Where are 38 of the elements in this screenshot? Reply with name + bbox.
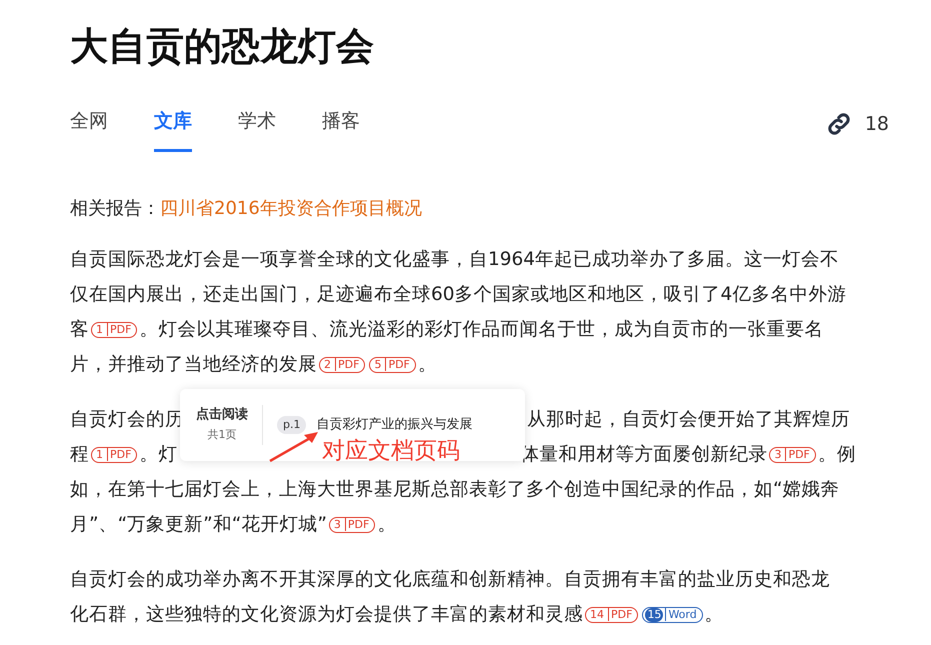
tab[interactable]: 播客 [322, 100, 360, 152]
paragraph-text: 如，在第十七届灯会上，上海大世界基尼斯总部表彰了多个创造中国纪录的作品，如“嫦娥奔 [70, 479, 840, 500]
citation-badge[interactable]: 5 PDF [369, 357, 416, 373]
page-tag: p.1 [277, 416, 306, 434]
paragraph-text: 程 [70, 444, 89, 465]
annotation-text: 对应文档页码 [322, 437, 460, 465]
paragraph-text: 化石群，这些独特的文化资源为灯会提供了丰富的素材和灵感 [70, 604, 583, 625]
tab[interactable]: 文库 [154, 100, 192, 152]
page-title: 大自贡的恐龙灯会 [70, 23, 374, 70]
citation-badge[interactable]: 14 PDF [585, 607, 638, 623]
tab[interactable]: 学术 [238, 100, 276, 152]
paragraph-text: 客 [70, 319, 89, 340]
citation-badge[interactable]: 1 PDF [91, 322, 138, 338]
paragraph-text: 。例 [818, 444, 856, 465]
read-action[interactable]: 点击阅读 [196, 405, 248, 425]
citation-badge[interactable]: 3 PDF [769, 447, 816, 463]
citation-badge[interactable]: 15 Word [642, 607, 703, 623]
link-count: 18 [864, 113, 889, 135]
paragraph-text: 。灯 [139, 444, 178, 465]
paragraph-text: 自贡国际恐龙灯会是一项享誉全球的文化盛事，自1964年起已成功举办了多届。这一灯会不 [70, 249, 840, 270]
citation-badge[interactable]: 1 PDF [91, 447, 138, 463]
paragraph-text: 月”、“万象更新”和“花开灯城” [70, 514, 327, 535]
paragraph-text: 片，并推动了当地经济的发展 [70, 354, 317, 375]
page-count: 共1页 [208, 427, 236, 443]
paragraph-text: 从那时起，自贡灯会便开始了其辉煌历 [527, 409, 850, 430]
related-label: 相关报告： [70, 198, 160, 219]
related-report-link[interactable]: 四川省2016年投资合作项目概况 [160, 198, 422, 219]
paragraph-text: 。 [704, 604, 724, 625]
tab[interactable]: 全网 [70, 100, 108, 152]
paragraph-text: 。 [377, 514, 396, 535]
paragraph-text: 自贡灯会的成功举办离不开其深厚的文化底蕴和创新精神。自贡拥有丰富的盐业历史和恐龙 [70, 569, 830, 590]
paragraph-text: 。灯会以其璀璨夺目、流光溢彩的彩灯作品而闻名于世，成为自贡市的一张重要名 [139, 319, 824, 340]
document-title[interactable]: 自贡彩灯产业的振兴与发展 [316, 415, 472, 435]
paragraph-text: 。 [418, 354, 437, 375]
citation-badge[interactable]: 3 PDF [328, 517, 376, 533]
annotation-arrow [268, 429, 320, 463]
paragraph-text: 仅在国内展出，还走出国门，足迹遍布全球60多个国家或地区和地区，吸引了4亿多名中外游 [70, 284, 846, 305]
citation-badge[interactable]: 2 PDF [319, 357, 366, 373]
